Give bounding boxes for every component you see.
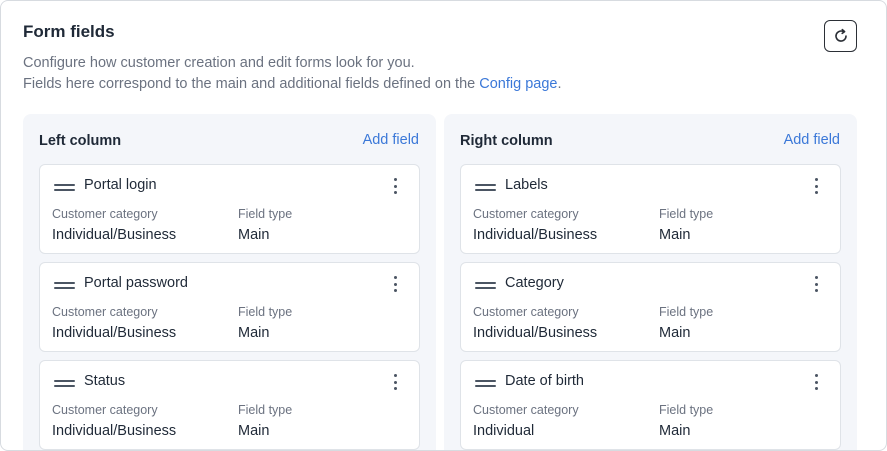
more-options-icon[interactable] <box>388 176 402 196</box>
drag-handle-icon[interactable] <box>475 379 496 389</box>
description-prefix: Fields here correspond to the main and a… <box>23 76 480 92</box>
type-value: Main <box>659 227 691 243</box>
field-card[interactable]: Category Customer category Individual/Bu… <box>460 262 841 352</box>
field-card[interactable]: Date of birth Customer category Individu… <box>460 360 841 450</box>
type-label: Field type <box>659 207 714 221</box>
drag-handle-icon[interactable] <box>54 379 75 389</box>
right-add-field-button[interactable]: Add field <box>784 132 840 148</box>
category-value: Individual/Business <box>52 227 177 243</box>
type-label: Field type <box>238 305 293 319</box>
type-label: Field type <box>238 403 293 417</box>
category-label: Customer category <box>473 207 579 221</box>
left-column: Left column Add field Portal login Custo… <box>23 114 436 450</box>
refresh-button[interactable] <box>824 20 857 52</box>
category-value: Individual/Business <box>473 325 598 341</box>
more-options-icon[interactable] <box>809 176 823 196</box>
field-name: Portal password <box>84 275 188 291</box>
left-column-title: Left column <box>39 133 122 149</box>
type-label: Field type <box>659 305 714 319</box>
field-card[interactable]: Portal login Customer category Individua… <box>39 164 420 254</box>
right-column-title: Right column <box>460 133 553 149</box>
type-value: Main <box>238 423 270 439</box>
type-value: Main <box>238 227 270 243</box>
category-label: Customer category <box>52 305 158 319</box>
type-value: Main <box>659 325 691 341</box>
more-options-icon[interactable] <box>809 274 823 294</box>
description-line-2: Fields here correspond to the main and a… <box>23 76 561 92</box>
more-options-icon[interactable] <box>388 372 402 392</box>
category-label: Customer category <box>473 403 579 417</box>
description-suffix: . <box>557 76 562 92</box>
field-card[interactable]: Labels Customer category Individual/Busi… <box>460 164 841 254</box>
category-value: Individual/Business <box>52 325 177 341</box>
type-label: Field type <box>659 403 714 417</box>
category-value: Individual/Business <box>52 423 177 439</box>
category-label: Customer category <box>473 305 579 319</box>
field-name: Portal login <box>84 177 157 193</box>
drag-handle-icon[interactable] <box>54 183 75 193</box>
field-name: Labels <box>505 177 548 193</box>
type-label: Field type <box>238 207 293 221</box>
category-value: Individual/Business <box>473 227 598 243</box>
field-name: Category <box>505 275 564 291</box>
field-name: Date of birth <box>505 373 584 389</box>
category-value: Individual <box>473 423 535 439</box>
drag-handle-icon[interactable] <box>475 281 496 291</box>
refresh-icon <box>834 28 847 42</box>
field-card[interactable]: Status Customer category Individual/Busi… <box>39 360 420 450</box>
more-options-icon[interactable] <box>809 372 823 392</box>
config-page-link[interactable]: Config page <box>479 76 557 92</box>
form-fields-panel: Form fields Configure how customer creat… <box>0 0 887 451</box>
description-line-1: Configure how customer creation and edit… <box>23 55 415 71</box>
more-options-icon[interactable] <box>388 274 402 294</box>
category-label: Customer category <box>52 207 158 221</box>
category-label: Customer category <box>52 403 158 417</box>
left-add-field-button[interactable]: Add field <box>363 132 419 148</box>
type-value: Main <box>238 325 270 341</box>
field-card[interactable]: Portal password Customer category Indivi… <box>39 262 420 352</box>
field-name: Status <box>84 373 126 389</box>
page-title: Form fields <box>23 22 115 41</box>
type-value: Main <box>659 423 691 439</box>
drag-handle-icon[interactable] <box>54 281 75 291</box>
drag-handle-icon[interactable] <box>475 183 496 193</box>
right-column: Right column Add field Labels Customer c… <box>444 114 857 450</box>
